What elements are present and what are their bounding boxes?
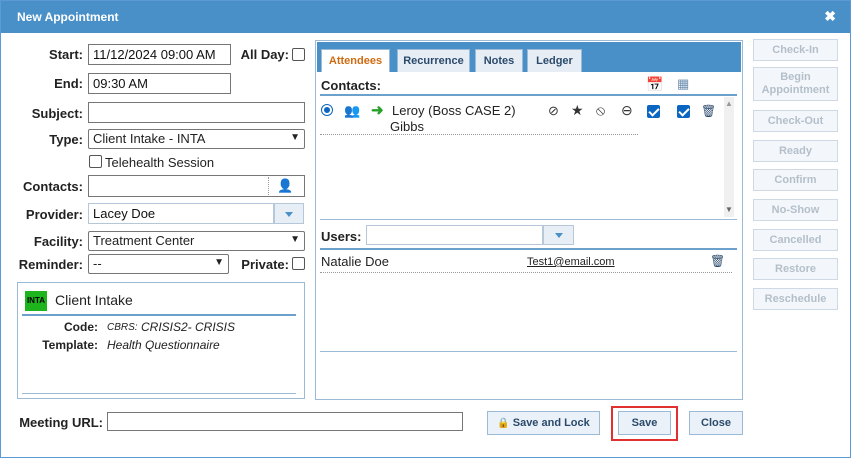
lock-icon: 🔒 [497, 418, 510, 429]
contact-lookup-icon[interactable]: 👤 [277, 178, 293, 194]
start-input[interactable]: 11/12/2024 09:00 AM [88, 44, 231, 65]
allday-label: All Day: [240, 47, 289, 62]
private-checkbox[interactable] [292, 257, 305, 270]
star-icon[interactable]: ★ [571, 102, 584, 119]
trash-icon[interactable]: 🗑 [710, 254, 725, 268]
tab-strip: Attendees Recurrence Notes Ledger [317, 42, 741, 72]
contacts-input[interactable] [88, 175, 305, 197]
type-label: Type: [49, 132, 83, 147]
users-dropdown-button[interactable] [543, 225, 574, 245]
contact-radio[interactable] [321, 104, 333, 116]
user-row-divider [320, 272, 732, 273]
ban-icon[interactable]: ⦸ [596, 102, 605, 119]
arrow-right-icon[interactable]: ➜ [371, 101, 384, 119]
allday-checkbox[interactable] [292, 48, 305, 61]
facility-select-value: Treatment Center [93, 233, 195, 248]
contacts-label: Contacts: [23, 179, 83, 194]
tab-notes[interactable]: Notes [475, 49, 523, 72]
subject-label: Subject: [31, 106, 83, 121]
contact-notify-checkbox[interactable] [677, 105, 690, 118]
users-label: Users: [321, 229, 362, 244]
contact-row-divider [320, 134, 638, 135]
type-divider [22, 314, 296, 316]
ready-button[interactable]: Ready [753, 140, 838, 162]
type-bottom-line [22, 393, 296, 394]
tab-attendees[interactable]: Attendees [321, 49, 390, 72]
users-bottom-line [320, 351, 737, 352]
type-select[interactable]: Client Intake - INTA ▼ [88, 129, 305, 149]
dialog-titlebar: New Appointment ✖ [1, 1, 850, 33]
chevron-down-icon: ▼ [290, 132, 300, 143]
contact-person-icon[interactable]: 👥 [344, 103, 360, 119]
new-appointment-dialog: New Appointment ✖ Start: 11/12/2024 09:0… [0, 0, 851, 458]
cancelled-button[interactable]: Cancelled [753, 229, 838, 251]
reminder-label: Reminder: [18, 257, 83, 272]
code-prefix: CBRS: [107, 322, 138, 333]
private-label: Private: [241, 257, 289, 272]
add-contact-icon[interactable]: 📅 [646, 76, 663, 93]
attendees-panel: Attendees Recurrence Notes Ledger Contac… [315, 40, 743, 400]
user-name: Natalie Doe [321, 254, 389, 269]
user-email-link[interactable]: Test1@email.com [527, 256, 615, 268]
facility-select[interactable]: Treatment Center ▼ [88, 231, 305, 251]
template-label: Template: [42, 338, 98, 352]
save-button[interactable]: Save [618, 411, 671, 435]
template-value: Health Questionnaire [107, 338, 220, 352]
begin-appointment-button[interactable]: Begin Appointment [753, 67, 838, 101]
provider-input[interactable]: Lacey Doe [88, 203, 274, 224]
reschedule-button[interactable]: Reschedule [753, 288, 838, 310]
contact-name-line2: Gibbs [390, 119, 424, 134]
end-label: End: [54, 76, 83, 91]
contacts-bottom-line [320, 219, 737, 220]
save-and-lock-button[interactable]: 🔒 Save and Lock [487, 411, 600, 435]
save-and-lock-label: Save and Lock [512, 417, 590, 429]
minus-circle-icon[interactable]: ⊖ [621, 102, 633, 119]
telehealth-label: Telehealth Session [105, 155, 215, 170]
end-input[interactable]: 09:30 AM [88, 73, 231, 94]
contact-confirmed-checkbox[interactable] [647, 105, 660, 118]
contacts-divider [268, 177, 269, 195]
calendar-grid-icon[interactable]: ▦ [677, 76, 689, 92]
appointment-type-tag: INTA [25, 291, 47, 311]
type-select-value: Client Intake - INTA [93, 131, 206, 146]
provider-dropdown-button[interactable] [274, 203, 304, 224]
person-off-icon[interactable]: ⊘ [548, 103, 559, 119]
tab-ledger[interactable]: Ledger [527, 49, 582, 72]
appointment-type-name: Client Intake [55, 292, 133, 308]
meeting-url-input[interactable] [107, 412, 463, 431]
reminder-select[interactable]: -- ▼ [88, 254, 229, 274]
no-show-button[interactable]: No-Show [753, 199, 838, 221]
check-in-button[interactable]: Check-In [753, 39, 838, 61]
code-value: CRISIS2- CRISIS [141, 320, 236, 334]
reminder-select-value: -- [93, 256, 102, 271]
chevron-down-icon: ▼ [214, 257, 224, 268]
confirm-button[interactable]: Confirm [753, 169, 838, 191]
contacts-section-label: Contacts: [321, 78, 381, 93]
restore-button[interactable]: Restore [753, 258, 838, 280]
trash-icon[interactable]: 🗑 [701, 104, 716, 118]
tab-recurrence[interactable]: Recurrence [397, 49, 470, 72]
dialog-title: New Appointment [17, 10, 119, 24]
chevron-down-icon: ▼ [290, 234, 300, 245]
contacts-divider-line [320, 94, 737, 96]
start-label: Start: [49, 47, 83, 62]
close-button[interactable]: Close [689, 411, 743, 435]
appointment-type-panel: INTA Client Intake Code: CBRS: CRISIS2- … [17, 282, 305, 399]
users-input[interactable] [366, 225, 543, 245]
provider-label: Provider: [25, 207, 83, 222]
check-out-button[interactable]: Check-Out [753, 110, 838, 132]
meeting-url-label: Meeting URL: [19, 415, 103, 430]
contact-name-line1: Leroy (Boss CASE 2) [392, 103, 516, 118]
telehealth-checkbox[interactable] [89, 155, 102, 168]
contacts-scrollbar[interactable]: ▲ ▼ [724, 97, 734, 217]
facility-label: Facility: [33, 234, 83, 249]
code-label: Code: [64, 320, 98, 334]
subject-input[interactable] [88, 102, 305, 123]
users-divider-line [320, 248, 737, 250]
close-icon[interactable]: ✖ [824, 8, 836, 25]
